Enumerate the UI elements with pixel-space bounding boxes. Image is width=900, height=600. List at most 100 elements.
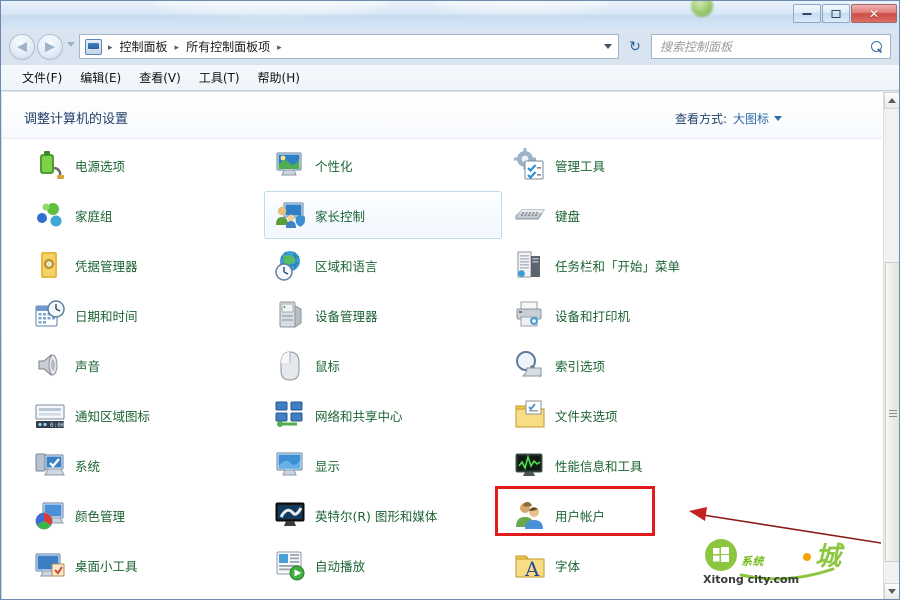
svg-text:0:00: 0:00 [50,422,65,429]
maximize-button[interactable] [822,4,850,23]
scrollbar-thumb[interactable] [885,262,899,562]
breadcrumb-separator-icon[interactable]: ▸ [273,43,286,53]
address-dropdown-chevron-icon[interactable] [604,44,612,49]
control-panel-item-label[interactable]: 电源选项 [75,156,125,175]
content-area: 调整计算机的设置 查看方式: 大图标 电源选项 家庭组 凭据管理器 日期和时间 声音 0:0… [2,91,899,599]
control-panel-item-system[interactable]: 系统 [24,441,262,489]
forward-button[interactable]: ▶ [37,34,63,60]
homegroup-icon [33,198,67,232]
control-panel-item-label[interactable]: 键盘 [555,206,580,225]
control-panel-item-label[interactable]: 英特尔(R) 图形和媒体 [315,506,437,525]
menu-edit[interactable]: 编辑(E) [71,66,130,89]
control-panel-item-label[interactable]: 区域和语言 [315,256,378,275]
control-panel-item-label[interactable]: 桌面小工具 [75,556,138,575]
control-panel-item-intel-graphics[interactable]: 英特尔(R) 图形和媒体 [264,491,502,539]
control-panel-icon [85,38,102,55]
control-panel-item-folder-options[interactable]: 文件夹选项 [504,391,804,439]
control-panel-item-label[interactable]: 管理工具 [555,156,605,175]
scroll-up-button[interactable] [884,92,899,109]
scroll-down-button[interactable] [884,583,899,599]
fonts-icon: A [513,548,547,582]
chevron-down-icon[interactable] [774,116,782,121]
control-panel-item-device-manager[interactable]: 设备管理器 [264,291,502,339]
control-panel-item-homegroup[interactable]: 家庭组 [24,191,262,239]
control-panel-item-label[interactable]: 字体 [555,556,580,575]
control-panel-item-network-sharing[interactable]: 网络和共享中心 [264,391,502,439]
control-panel-item-label[interactable]: 设备管理器 [315,306,378,325]
minimize-button[interactable] [793,4,821,23]
breadcrumb-item-all-items[interactable]: 所有控制面板项 [183,36,273,57]
control-panel-item-date-time[interactable]: 日期和时间 [24,291,262,339]
control-panel-item-power-options[interactable]: 电源选项 [24,141,262,189]
control-panel-item-credential-manager[interactable]: 凭据管理器 [24,241,262,289]
view-by-label: 查看方式: [674,112,727,126]
control-panel-item-label[interactable]: 用户帐户 [555,506,605,525]
sound-icon [33,348,67,382]
refresh-button[interactable]: ↻ [623,34,647,59]
back-button[interactable]: ◀ [9,34,35,60]
control-panel-item-label[interactable]: 日期和时间 [75,306,138,325]
menu-bar: 文件(F) 编辑(E) 查看(V) 工具(T) 帮助(H) [1,65,899,91]
menu-help[interactable]: 帮助(H) [249,66,309,89]
control-panel-item-label[interactable]: 系统 [75,456,100,475]
recent-pages-chevron-icon[interactable] [67,42,75,47]
control-panel-item-label[interactable]: 声音 [75,356,100,375]
control-panel-item-color-management[interactable]: 颜色管理 [24,491,262,539]
control-panel-item-label[interactable]: 凭据管理器 [75,256,138,275]
control-panel-item-label[interactable]: 索引选项 [555,356,605,375]
menu-tools[interactable]: 工具(T) [190,66,249,89]
control-panel-item-notification-area[interactable]: 0:00 通知区域图标 [24,391,262,439]
view-by-selector[interactable]: 查看方式: 大图标 [675,110,782,127]
performance-info-icon [513,448,547,482]
search-icon[interactable] [871,40,883,53]
control-panel-item-label[interactable]: 设备和打印机 [555,306,630,325]
view-by-value[interactable]: 大图标 [733,112,769,126]
control-panel-item-label[interactable]: 个性化 [315,156,353,175]
control-panel-item-user-accounts[interactable]: 用户帐户 [504,491,804,539]
control-panel-item-sound[interactable]: 声音 [24,341,262,389]
personalization-icon [273,148,307,182]
control-panel-item-label[interactable]: 颜色管理 [75,506,125,525]
control-panel-item-label[interactable]: 鼠标 [315,356,340,375]
menu-file[interactable]: 文件(F) [13,66,71,89]
breadcrumb-separator-icon[interactable]: ▸ [104,43,117,53]
control-panel-item-label[interactable]: 显示 [315,456,340,475]
control-panel-item-label[interactable]: 文件夹选项 [555,406,618,425]
color-management-icon [33,498,67,532]
control-panel-item-label[interactable]: 通知区域图标 [75,406,150,425]
vertical-scrollbar[interactable] [883,92,899,599]
control-panel-item-label[interactable]: 网络和共享中心 [315,406,403,425]
control-panel-item-performance-info[interactable]: 性能信息和工具 [504,441,804,489]
close-button[interactable]: ✕ [851,4,897,23]
control-panel-item-label[interactable]: 自动播放 [315,556,365,575]
control-panel-item-grid: 电源选项家庭组凭据管理器日期和时间声音 0:00 通知区域图标 系统颜色管理桌面小工具… [2,139,864,599]
control-panel-item-admin-tools[interactable]: 管理工具 [504,141,804,189]
control-panel-item-taskbar-startmenu[interactable]: 任务栏和「开始」菜单 [504,241,804,289]
control-panel-item-devices-printers[interactable]: 设备和打印机 [504,291,804,339]
control-panel-item-desktop-gadgets[interactable]: 桌面小工具 [24,541,262,589]
breadcrumb-separator-icon[interactable]: ▸ [171,43,184,53]
control-panel-item-personalization[interactable]: 个性化 [264,141,502,189]
control-panel-item-keyboard[interactable]: 键盘 [504,191,804,239]
address-bar[interactable]: ▸ 控制面板 ▸ 所有控制面板项 ▸ [79,34,619,59]
control-panel-item-mouse[interactable]: 鼠标 [264,341,502,389]
desktop-wallpaper-orb [691,1,713,17]
control-panel-item-label[interactable]: 家长控制 [315,206,365,225]
system-icon [33,448,67,482]
credential-manager-icon [33,248,67,282]
control-panel-item-parental-controls[interactable]: 家长控制 [264,191,502,239]
scrollbar-grip-icon [888,408,897,417]
breadcrumb-item-control-panel[interactable]: 控制面板 [117,36,171,57]
menu-view[interactable]: 查看(V) [130,66,190,89]
control-panel-item-region-language[interactable]: 区域和语言 [264,241,502,289]
control-panel-item-autoplay[interactable]: 自动播放 [264,541,502,589]
control-panel-item-fonts[interactable]: A 字体 [504,541,804,589]
devices-printers-icon [513,298,547,332]
control-panel-item-indexing-options[interactable]: 索引选项 [504,341,804,389]
desktop-gadgets-icon [33,548,67,582]
control-panel-item-label[interactable]: 任务栏和「开始」菜单 [555,256,680,275]
control-panel-item-label[interactable]: 性能信息和工具 [555,456,643,475]
control-panel-item-label[interactable]: 家庭组 [75,206,113,225]
search-box[interactable]: 搜索控制面板 [651,34,891,59]
control-panel-item-display[interactable]: 显示 [264,441,502,489]
